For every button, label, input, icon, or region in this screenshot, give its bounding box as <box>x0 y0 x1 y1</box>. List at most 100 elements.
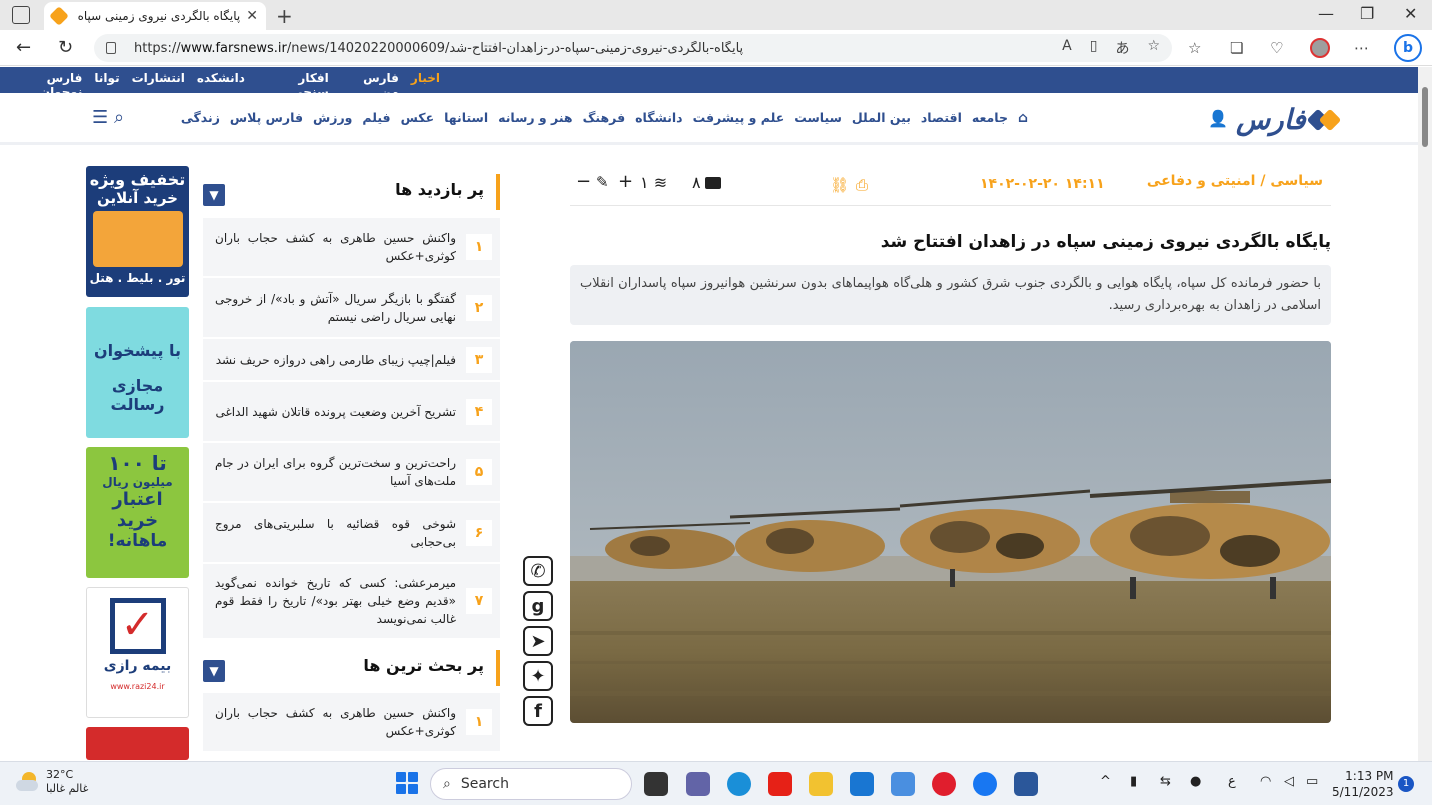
list-item[interactable]: ۴ تشریح آخرین وضعیت پرونده قاتلان شهید ا… <box>203 382 500 443</box>
item-text[interactable]: شوخی قوه قضائیه با سلبریتی‌های مروج بی‌ح… <box>215 515 456 551</box>
minimize-icon[interactable]: — <box>1318 4 1334 23</box>
lock-icon[interactable] <box>106 42 116 54</box>
nav-link-sports[interactable]: ورزش <box>313 110 352 126</box>
twitter-share-icon[interactable]: ✦ <box>523 661 553 691</box>
ad-banner-credit[interactable]: تا ۱۰۰ میلیون ریال اعتبار خرید ماهانه! <box>86 447 189 578</box>
tab-close-icon[interactable]: ✕ <box>246 8 258 24</box>
nav-link-provinces[interactable]: استانها <box>444 110 488 126</box>
article-category[interactable]: سیاسی / امنیتی و دفاعی <box>1147 173 1323 189</box>
telegram-share-icon[interactable]: ➤ <box>523 626 553 656</box>
list-item[interactable]: ۵ راحت‌ترین و سخت‌ترین گروه برای ایران د… <box>203 443 500 503</box>
search-icon[interactable]: ⌕ <box>114 107 124 128</box>
nav-link-science[interactable]: علم و پیشرفت <box>693 110 785 126</box>
chevron-down-icon[interactable]: ▼ <box>203 660 225 682</box>
system-tray-icon[interactable]: ▮ <box>1130 774 1137 789</box>
font-increase-icon[interactable]: + <box>618 171 633 192</box>
item-text[interactable]: راحت‌ترین و سخت‌ترین گروه برای ایران در … <box>215 454 456 490</box>
list-item[interactable]: ۲ گفتگو با بازیگر سریال «آتش و باد»/ از … <box>203 278 500 339</box>
page-scrollbar[interactable] <box>1418 67 1432 761</box>
new-tab-icon[interactable]: + <box>276 4 293 28</box>
facebook-app-icon[interactable] <box>973 772 997 796</box>
close-window-icon[interactable]: ✕ <box>1404 4 1417 23</box>
more-menu-icon[interactable]: ⋯ <box>1354 39 1369 57</box>
word-icon[interactable] <box>1014 772 1038 796</box>
edge-icon[interactable] <box>727 772 751 796</box>
nav-link-society[interactable]: جامعه <box>972 110 1008 126</box>
ad-banner-travel[interactable]: تخفیف ویژه خرید آنلاین تور . بلیط . هتل <box>86 166 189 297</box>
item-text[interactable]: فیلم|چیپ زیبای طارمی راهی دروازه حریف نش… <box>215 351 456 369</box>
chat-icon[interactable] <box>891 772 915 796</box>
volume-icon[interactable]: ◁ <box>1284 774 1294 789</box>
google-share-icon[interactable]: g <box>523 591 553 621</box>
list-item[interactable]: ۱ واکنش حسین طاهری به کشف حجاب باران کوث… <box>203 693 500 753</box>
comment-count[interactable]: ۸ <box>692 173 721 192</box>
opera-icon[interactable] <box>932 772 956 796</box>
url-text[interactable]: https://www.farsnews.ir/news/14020220000… <box>134 41 1062 56</box>
item-text[interactable]: واکنش حسین طاهری به کشف حجاب باران کوثری… <box>215 229 456 265</box>
nav-link-video[interactable]: فیلم <box>362 110 390 126</box>
list-item[interactable]: ۳ فیلم|چیپ زیبای طارمی راهی دروازه حریف … <box>203 339 500 382</box>
url-bar[interactable]: https://www.farsnews.ir/news/14020220000… <box>94 34 1172 62</box>
teams-icon[interactable] <box>686 772 710 796</box>
network-tray-icon[interactable]: ⇆ <box>1160 774 1171 789</box>
app-tray-icon[interactable]: ● <box>1190 774 1201 789</box>
font-decrease-icon[interactable]: − <box>576 171 591 192</box>
taskbar-search[interactable]: ⌕ Search <box>430 768 632 800</box>
battery-icon[interactable]: ▭ <box>1306 774 1318 789</box>
input-language[interactable]: ع <box>1228 774 1236 789</box>
item-text[interactable]: واکنش حسین طاهری به کشف حجاب باران کوثری… <box>215 704 456 740</box>
bing-chat-icon[interactable]: b <box>1394 34 1422 62</box>
notification-badge[interactable]: 1 <box>1398 776 1414 792</box>
copy-link-icon[interactable]: ⛓ <box>830 176 849 194</box>
favorites-icon[interactable]: ☆ <box>1188 39 1201 57</box>
add-favorite-icon[interactable]: ☆ <box>1147 38 1160 58</box>
item-text[interactable]: تشریح آخرین وضعیت پرونده قاتلان شهید الد… <box>215 403 456 421</box>
site-logo[interactable]: فارس <box>1236 103 1341 136</box>
share-count[interactable]: ۱ ≋ <box>640 173 667 192</box>
nav-link-economy[interactable]: اقتصاد <box>921 110 962 126</box>
read-aloud-icon[interactable]: A <box>1062 38 1072 58</box>
user-icon[interactable]: 👤 <box>1208 109 1228 128</box>
nav-link-fars-plus[interactable]: فارس پلاس <box>230 110 303 126</box>
weather-widget[interactable]: 32°C غالم غالبا <box>16 768 88 796</box>
browser-tab-active[interactable]: پایگاه بالگردی نیروی زمینی سپاه در ✕ <box>44 2 266 30</box>
taskbar-clock[interactable]: 1:13 PM 5/11/2023 <box>1332 768 1394 800</box>
nav-link-life[interactable]: زندگی <box>181 110 220 126</box>
restore-icon[interactable]: ❐ <box>1360 4 1374 23</box>
nav-link-politics[interactable]: سیاست <box>794 110 842 126</box>
ad-banner-partial[interactable] <box>86 727 189 760</box>
nav-link-international[interactable]: بین الملل <box>852 110 911 126</box>
whatsapp-share-icon[interactable]: ✆ <box>523 556 553 586</box>
file-explorer-icon[interactable] <box>809 772 833 796</box>
collections-icon[interactable]: ❏ <box>1230 39 1243 57</box>
nav-link-university[interactable]: دانشگاه <box>635 110 682 126</box>
translate-icon[interactable]: あ <box>1115 38 1129 58</box>
youtube-icon[interactable] <box>768 772 792 796</box>
ad-banner-razi-insurance[interactable]: ✓ بیمه رازی www.razi24.ir <box>86 587 189 718</box>
facebook-share-icon[interactable]: f <box>523 696 553 726</box>
immersive-reader-icon[interactable]: ▯ <box>1090 38 1098 58</box>
workspaces-icon[interactable] <box>12 6 30 24</box>
mail-icon[interactable] <box>850 772 874 796</box>
hamburger-menu-icon[interactable]: ☰ <box>92 107 108 128</box>
home-icon[interactable]: ⌂ <box>1018 110 1028 126</box>
show-hidden-icons-icon[interactable]: ^ <box>1100 774 1111 789</box>
task-view-icon[interactable] <box>644 772 668 796</box>
scrollbar-thumb[interactable] <box>1422 87 1428 147</box>
nav-link-photo[interactable]: عکس <box>401 110 434 126</box>
list-item[interactable]: ۷ میرمرعشی: کسی که تاریخ خوانده نمی‌گوید… <box>203 564 500 640</box>
nav-link-culture[interactable]: فرهنگ <box>583 110 626 126</box>
item-text[interactable]: گفتگو با بازیگر سریال «آتش و باد»/ از خر… <box>215 290 456 326</box>
list-item[interactable]: ۶ شوخی قوه قضائیه با سلبریتی‌های مروج بی… <box>203 503 500 564</box>
profile-avatar[interactable] <box>1310 38 1330 58</box>
nav-link-art-media[interactable]: هنر و رسانه <box>498 110 572 126</box>
browser-essentials-icon[interactable]: ♡ <box>1270 39 1283 57</box>
refresh-icon[interactable]: ↻ <box>58 37 73 58</box>
ad-banner-pishkhan[interactable]: با پیشخوان مجازی رسالت <box>86 307 189 438</box>
list-item[interactable]: ۱ واکنش حسین طاهری به کشف حجاب باران کوث… <box>203 218 500 278</box>
print-icon[interactable]: ⎙ <box>856 176 868 194</box>
start-button-icon[interactable] <box>396 772 418 794</box>
chevron-down-icon[interactable]: ▼ <box>203 184 225 206</box>
wifi-icon[interactable]: ◠ <box>1260 774 1271 789</box>
back-icon[interactable]: ← <box>16 37 31 58</box>
